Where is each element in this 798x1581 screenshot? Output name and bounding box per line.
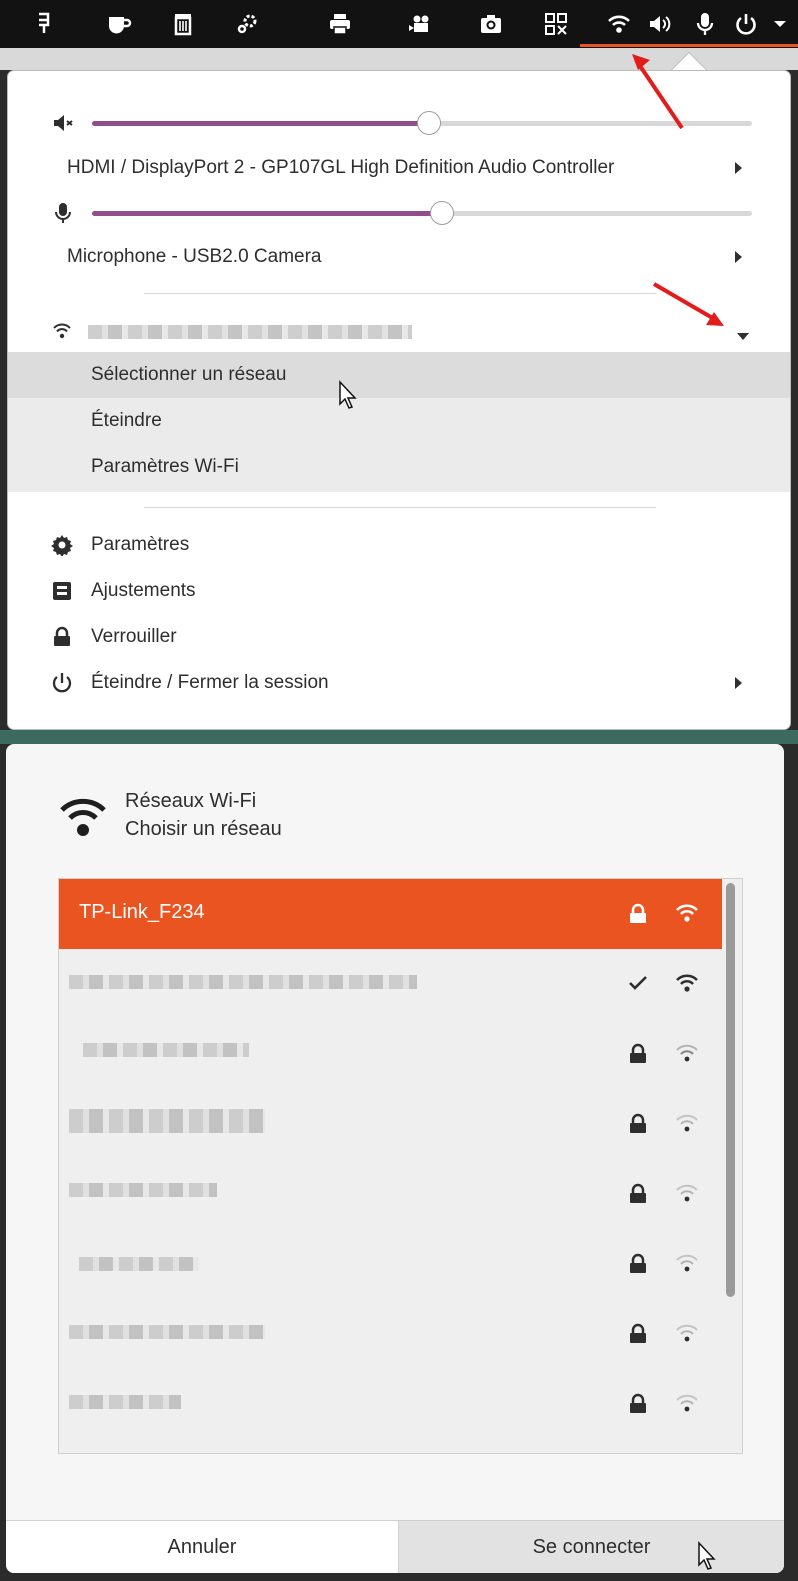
wifi-signal-weak-icon [676,1324,698,1342]
printer-icon[interactable] [323,0,357,48]
active-indicator [580,44,798,47]
chevron-down-icon[interactable] [768,0,792,48]
tweaks-icon [53,582,71,600]
submenu-arrow-icon [735,251,742,263]
top-panel [0,0,798,48]
separator [144,293,656,294]
check-icon [629,976,647,990]
trash-icon[interactable] [168,0,198,48]
dialog-subtitle: Choisir un réseau [125,818,282,840]
blurred-network-name [69,1395,181,1409]
connect-button[interactable]: Se connecter [399,1521,784,1573]
system-menu: HDMI / DisplayPort 2 - GP107GL High Defi… [7,70,791,730]
submenu-arrow-icon [735,677,742,689]
blurred-network-name [88,325,412,339]
blurred-network-name [83,1043,249,1057]
network-item-selected[interactable]: TP-Link_F234 [59,879,722,949]
coffee-icon[interactable] [104,0,134,48]
settings-gears-icon[interactable] [232,0,262,48]
network-item[interactable] [59,949,722,1019]
wifi-signal-weak-icon [676,1044,698,1062]
qr-grid-icon[interactable] [541,0,571,48]
lock-icon [630,1323,646,1343]
power-icon[interactable] [732,0,760,48]
select-network-item[interactable]: Sélectionner un réseau [8,352,790,398]
dropdown-arrow-icon[interactable] [737,333,749,340]
output-device-item[interactable]: HDMI / DisplayPort 2 - GP107GL High Defi… [8,148,790,188]
blurred-network-name [79,1257,199,1271]
blurred-network-name [69,1183,217,1197]
network-item[interactable] [59,1019,722,1089]
network-item[interactable] [59,1159,722,1229]
list-scrollbar[interactable] [726,883,735,1297]
submenu-arrow-icon [735,162,742,174]
separator [144,507,656,508]
wifi-signal-weak-icon [676,1254,698,1272]
turn-off-wifi-item[interactable]: Éteindre [8,398,790,444]
lock-icon [54,626,70,646]
network-name: TP-Link_F234 [79,901,205,923]
lock-icon [630,1183,646,1203]
dialog-title: Réseaux Wi-Fi [125,790,257,812]
wifi-signal-weak-icon [676,1394,698,1412]
input-volume-knob[interactable] [429,201,454,225]
dialog-buttons: Annuler Se connecter [6,1520,784,1573]
wifi-signal-full-icon [676,974,698,992]
wifi-submenu: Sélectionner un réseau Éteindre Paramètr… [8,352,790,492]
wifi-signal-weak-icon [676,1114,698,1132]
wifi-icon [60,798,106,836]
wifi-signal-weak-icon [676,1184,698,1202]
video-camera-icon[interactable] [404,0,438,48]
mouse-cursor-icon [339,380,357,409]
blurred-network-name [69,975,417,989]
settings-item[interactable]: Paramètres [8,522,790,568]
wifi-settings-item[interactable]: Paramètres Wi-Fi [8,444,790,490]
camera-icon[interactable] [476,0,506,48]
lock-icon [630,1253,646,1273]
lock-icon [630,1113,646,1133]
tweaks-item[interactable]: Ajustements [8,568,790,614]
cancel-button[interactable]: Annuler [6,1521,399,1573]
input-volume-slider[interactable] [92,201,752,225]
wifi-signal-full-icon [676,904,698,922]
wifi-icon [53,323,71,339]
network-item[interactable] [59,1229,722,1299]
wifi-icon[interactable] [605,0,633,48]
blurred-network-name [69,1325,265,1339]
microphone-icon[interactable] [52,202,74,224]
lock-icon [630,903,646,923]
lock-item[interactable]: Verrouiller [8,614,790,660]
gear-icon [51,535,73,556]
network-list[interactable]: TP-Link_F234 [58,878,743,1454]
annotation-arrow [652,282,724,326]
speaker-muted-icon[interactable] [52,112,74,134]
microphone-icon[interactable] [692,0,718,48]
volume-icon[interactable] [645,0,675,48]
output-device-label: HDMI / DisplayPort 2 - GP107GL High Defi… [67,157,615,178]
background-application [0,730,798,744]
input-volume-row [8,197,790,227]
input-device-item[interactable]: Microphone - USB2.0 Camera [8,237,790,277]
wifi-networks-dialog: Réseaux Wi-Fi Choisir un réseau TP-Link_… [6,744,784,1573]
output-volume-knob[interactable] [416,111,441,135]
blurred-network-name [69,1109,265,1133]
lock-icon [630,1393,646,1413]
power-off-item[interactable]: Éteindre / Fermer la session [8,660,790,706]
lock-icon [630,1043,646,1063]
annotation-arrow [632,54,684,130]
input-device-label: Microphone - USB2.0 Camera [67,246,322,267]
mouse-cursor-icon [698,1541,716,1570]
network-item[interactable] [59,1089,722,1159]
network-item[interactable] [59,1299,722,1369]
terminal-app-icon[interactable] [30,0,58,48]
network-item[interactable] [59,1369,722,1439]
